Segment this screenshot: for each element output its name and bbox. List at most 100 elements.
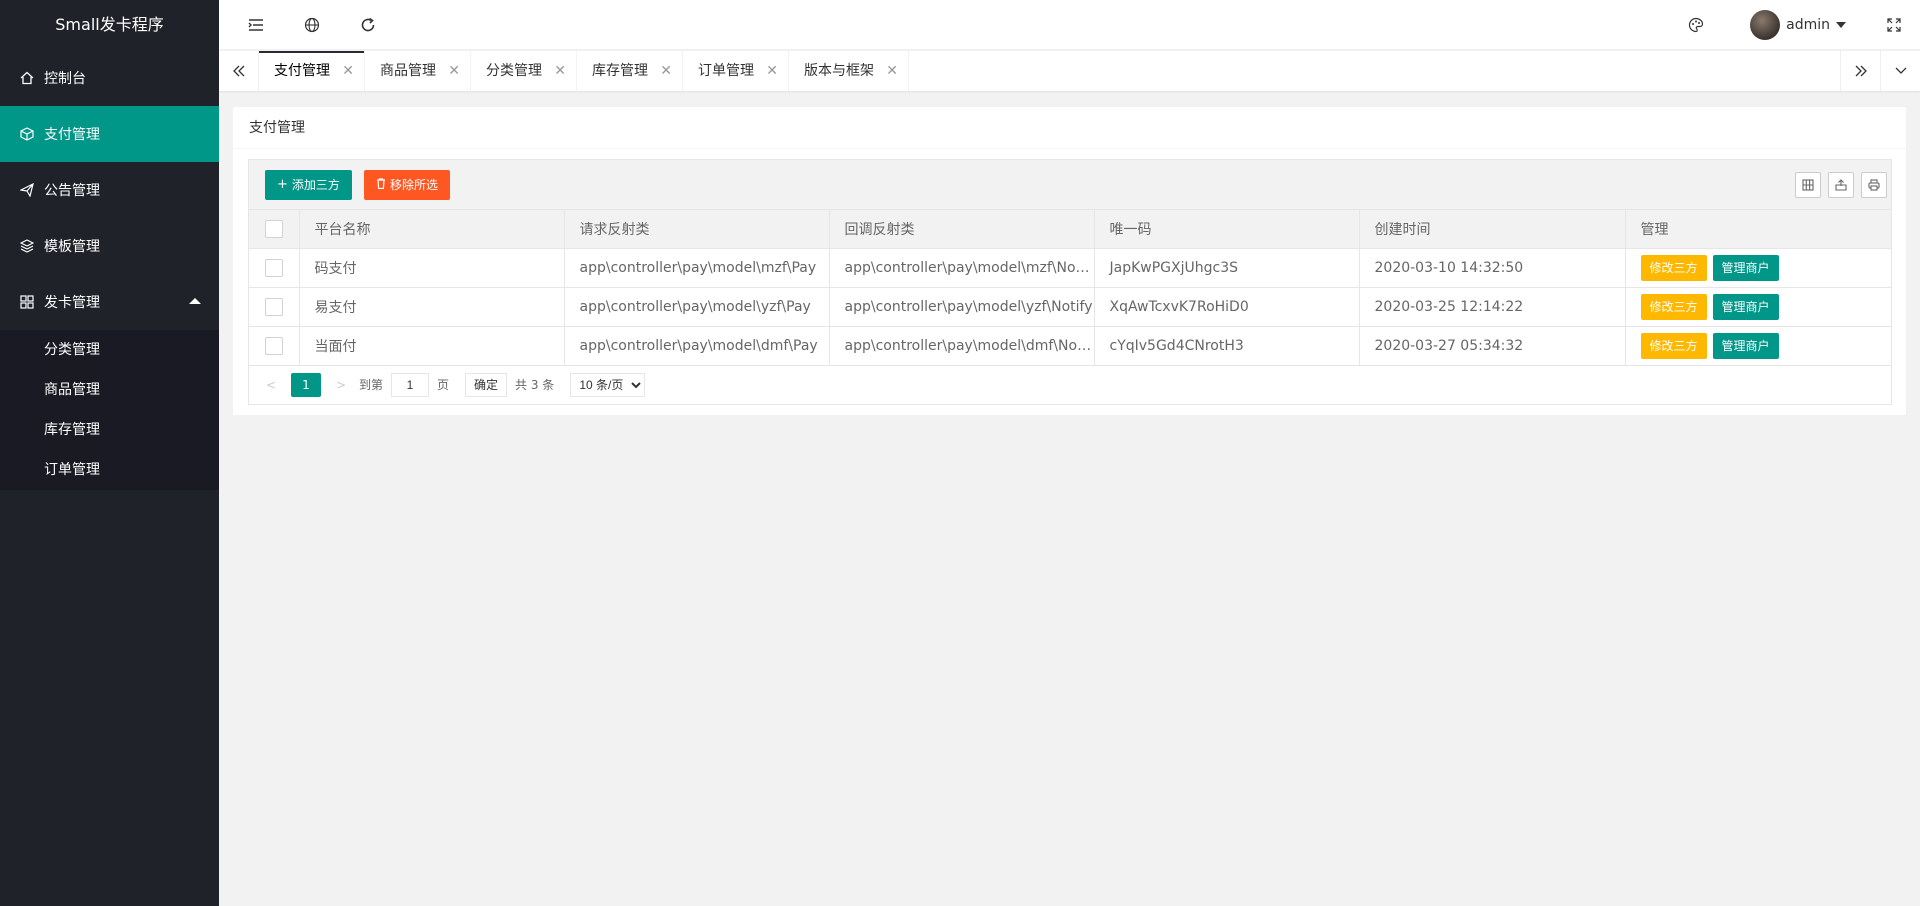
avatar [1750,10,1781,40]
created-time-cell: 2020-03-10 14:32:50 [1359,248,1626,288]
globe-icon[interactable] [304,17,320,33]
manage-merchant-button[interactable]: 管理商户 [1712,332,1779,359]
select-all-cell[interactable] [249,210,300,249]
sidebar-item-notice[interactable]: 公告管理 [0,162,219,218]
row-checkbox[interactable] [264,297,283,316]
table-toolbar: + 添加三方 移除所选 [249,160,1891,210]
export-icon[interactable] [1828,172,1854,198]
menu-toggle-icon[interactable] [248,17,264,33]
total-count: 共 3 条 [515,378,555,392]
column-header: 管理 [1625,210,1891,249]
chevron-right-icon[interactable]: > [331,378,351,392]
platform-name-cell: 码支付 [299,248,565,288]
tabs-bar: 支付管理 ✕ 商品管理 ✕ 分类管理 ✕ 库存管理 ✕ 订单管理 ✕ 版本与框架 ✕ [219,51,1920,91]
sidebar-item-payment[interactable]: 支付管理 [0,106,219,162]
row-checkbox[interactable] [264,336,283,355]
table-row: 当面付 app\controller\pay\model\dmf\Pay app… [249,326,1891,366]
tab-goods[interactable]: 商品管理 ✕ [365,51,471,91]
delete-selected-button[interactable]: 移除所选 [364,170,451,200]
tabs-prev-button[interactable] [219,51,259,91]
table-row: 易支付 app\controller\pay\model\yzf\Pay app… [249,287,1891,327]
unique-code-cell: XqAwTcxvK7RoHiD0 [1094,287,1360,327]
sidebar: Small发卡程序 控制台 支付管理 公告管理 模板管理 发卡管理 分类管理 商… [0,0,219,906]
tab-stock[interactable]: 库存管理 ✕ [577,51,683,91]
goto-label: 到第 [359,378,384,392]
tab-category[interactable]: 分类管理 ✕ [471,51,577,91]
chevron-down-icon [1895,67,1906,74]
sidebar-item-dashboard[interactable]: 控制台 [0,50,219,106]
caret-up-icon [189,298,201,304]
tab-version[interactable]: 版本与框架 ✕ [789,51,909,91]
theme-palette-icon[interactable] [1688,17,1704,33]
callback-class-cell: app\controller\pay\model\dmf\Notify [829,326,1095,366]
actions-cell: 修改三方 管理商户 [1625,287,1891,327]
tab-label: 商品管理 [380,63,436,79]
subnav-item-goods[interactable]: 商品管理 [0,370,219,410]
fullscreen-icon[interactable] [1886,17,1902,33]
actions-cell: 修改三方 管理商户 [1625,326,1891,366]
close-icon[interactable]: ✕ [766,51,778,91]
chevron-left-icon[interactable]: < [261,378,281,392]
column-header[interactable]: 创建时间 [1359,210,1626,249]
subnav-item-stock[interactable]: 库存管理 [0,410,219,450]
current-page[interactable]: 1 [291,372,321,397]
subnav: 分类管理 商品管理 库存管理 订单管理 [0,330,219,490]
close-icon[interactable]: ✕ [448,51,460,91]
created-time-cell: 2020-03-25 12:14:22 [1359,287,1626,327]
add-provider-button[interactable]: + 添加三方 [265,170,352,200]
callback-class-cell: app\controller\pay\model\mzf\Notify [829,248,1095,288]
home-icon [20,71,34,85]
columns-filter-icon[interactable] [1795,172,1821,198]
manage-merchant-button[interactable]: 管理商户 [1712,293,1779,320]
data-table: 平台名称 请求反射类 回调反射类 唯一码 创建时间 管理 码支付 app\con… [249,210,1891,366]
column-header[interactable]: 请求反射类 [564,210,830,249]
page-input[interactable] [391,372,430,397]
unique-code-cell: cYqIv5Gd4CNrotH3 [1094,326,1360,366]
send-icon [20,183,34,197]
sidebar-item-card[interactable]: 发卡管理 [0,274,219,330]
row-select-cell[interactable] [249,287,300,327]
edit-provider-button[interactable]: 修改三方 [1640,254,1707,281]
column-header[interactable]: 唯一码 [1094,210,1360,249]
sidebar-item-template[interactable]: 模板管理 [0,218,219,274]
select-all-checkbox[interactable] [264,219,283,238]
close-icon[interactable]: ✕ [660,51,672,91]
subnav-item-category[interactable]: 分类管理 [0,330,219,370]
page-size-select[interactable]: 10 条/页 [570,372,646,397]
edit-provider-button[interactable]: 修改三方 [1640,293,1707,320]
payment-table: + 添加三方 移除所选 平台名称 请求反射类 回调反射类 唯一码 创建时间 管理… [248,159,1892,405]
add-provider-label: 添加三方 [291,178,340,192]
tab-payment[interactable]: 支付管理 ✕ [259,51,365,91]
plus-icon: + [277,177,288,192]
print-icon[interactable] [1861,172,1887,198]
tabs-menu-button[interactable] [1880,51,1920,91]
column-header[interactable]: 平台名称 [299,210,565,249]
user-menu[interactable]: admin [1750,10,1846,40]
callback-class-cell: app\controller\pay\model\yzf\Notify [829,287,1095,327]
refresh-icon[interactable] [360,17,376,33]
column-header[interactable]: 回调反射类 [829,210,1095,249]
double-chevron-left-icon [232,65,244,77]
table-row: 码支付 app\controller\pay\model\mzf\Pay app… [249,248,1891,288]
row-checkbox[interactable] [264,258,283,277]
tabs: 支付管理 ✕ 商品管理 ✕ 分类管理 ✕ 库存管理 ✕ 订单管理 ✕ 版本与框架 ✕ [259,51,909,91]
sidebar-item-label: 模板管理 [44,239,100,255]
sidebar-item-label: 公告管理 [44,183,100,199]
platform-name-cell: 当面付 [299,326,565,366]
close-icon[interactable]: ✕ [342,51,354,91]
tab-order[interactable]: 订单管理 ✕ [683,51,789,91]
close-icon[interactable]: ✕ [554,51,566,91]
tabs-next-button[interactable] [1840,51,1880,91]
layers-icon [20,239,34,253]
row-select-cell[interactable] [249,326,300,366]
row-select-cell[interactable] [249,248,300,288]
card-title: 支付管理 [233,107,1906,149]
request-class-cell: app\controller\pay\model\mzf\Pay [564,248,830,288]
delete-selected-label: 移除所选 [390,178,439,192]
caret-down-icon [1836,22,1846,28]
goto-confirm-button[interactable]: 确定 [465,372,508,397]
subnav-item-order[interactable]: 订单管理 [0,450,219,490]
close-icon[interactable]: ✕ [886,51,898,91]
manage-merchant-button[interactable]: 管理商户 [1712,254,1779,281]
edit-provider-button[interactable]: 修改三方 [1640,332,1707,359]
